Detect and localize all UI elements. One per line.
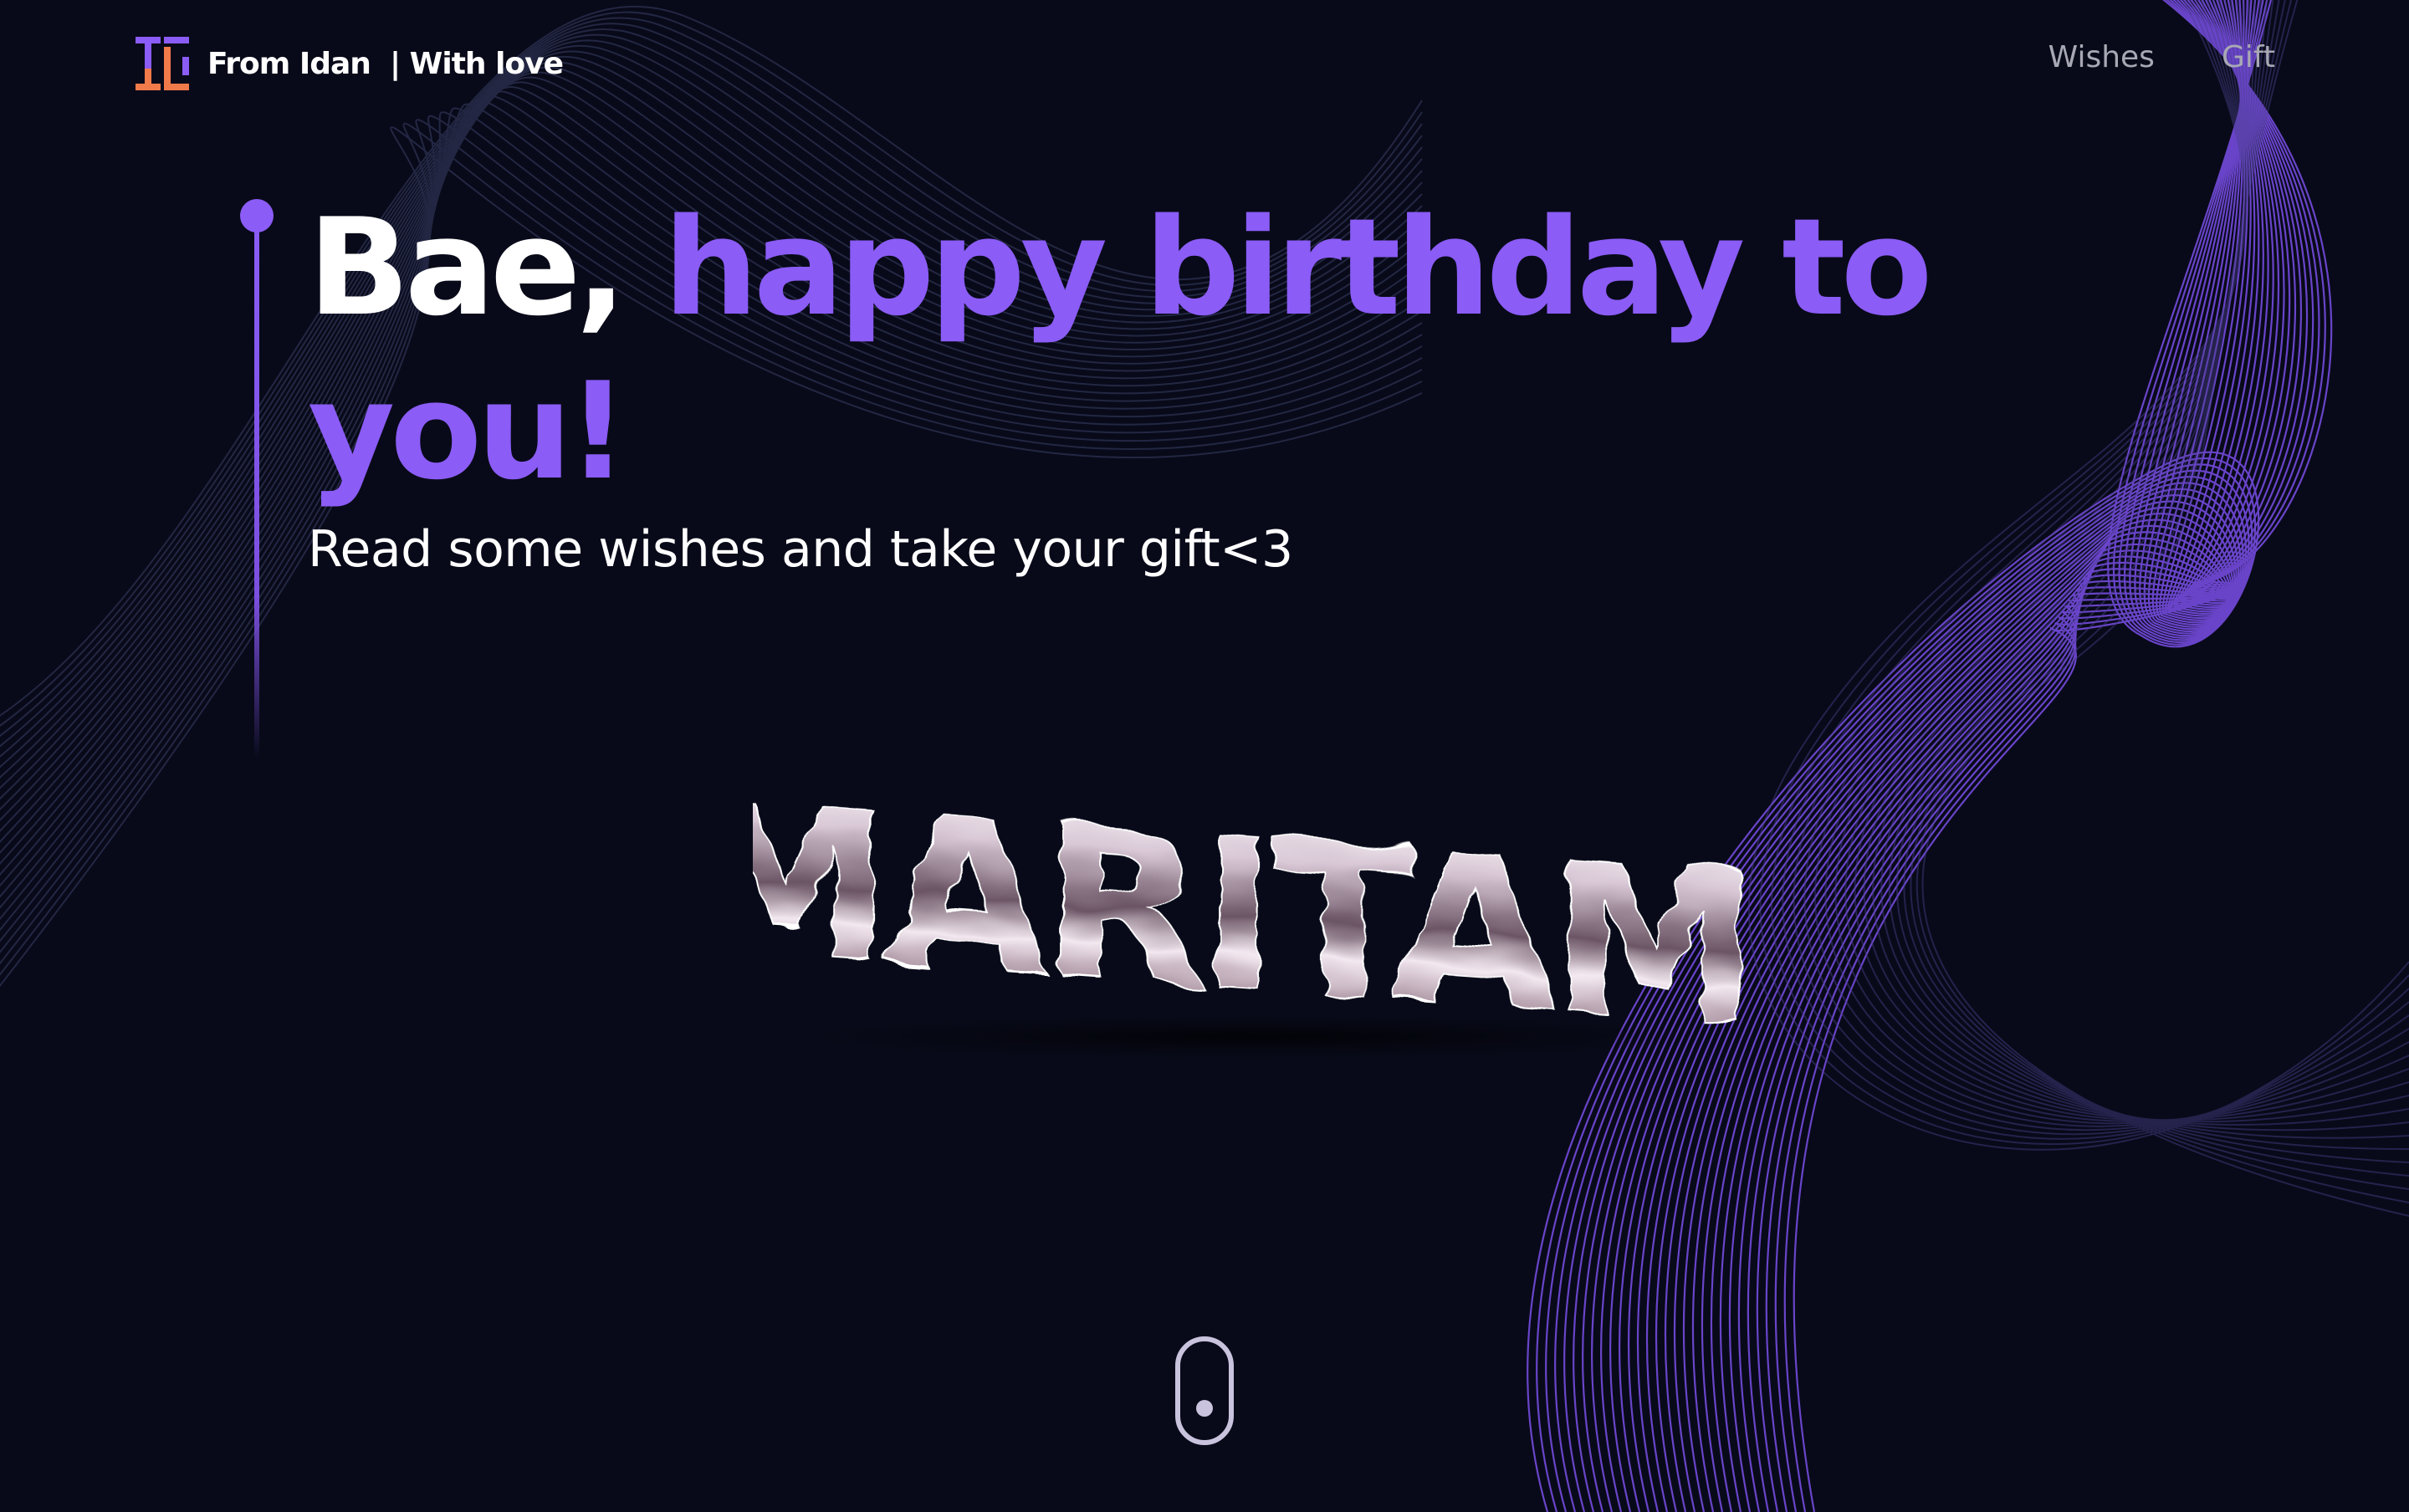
scroll-indicator[interactable] bbox=[1175, 1336, 1234, 1445]
brand[interactable]: From Idan | With love bbox=[134, 33, 564, 94]
wave-line bbox=[1880, 0, 2409, 1139]
mouse-scroll-icon bbox=[1196, 1400, 1213, 1417]
hero-accent-dot bbox=[240, 199, 274, 232]
main-nav: Wishes Gift bbox=[2048, 40, 2275, 74]
nav-link-gift[interactable]: Gift bbox=[2222, 40, 2275, 74]
wave-line bbox=[1834, 0, 2409, 1121]
brand-logo-icon bbox=[136, 37, 189, 90]
wave-line bbox=[1903, 0, 2409, 1177]
hero-title-white: Bae, bbox=[308, 189, 663, 345]
wave-line bbox=[1854, 0, 2409, 1123]
brand-text: From Idan | With love bbox=[207, 46, 564, 81]
nav-link-wishes[interactable]: Wishes bbox=[2048, 40, 2155, 74]
chrome-name-artwork: MARITAMI bbox=[753, 754, 1757, 1079]
hero-title: Bae, happy birthday to you! bbox=[308, 186, 2064, 513]
wave-line bbox=[1814, 0, 2409, 1125]
hero-subtitle: Read some wishes and take your gift<3 bbox=[308, 520, 1293, 579]
hero-accent-line bbox=[254, 216, 259, 759]
